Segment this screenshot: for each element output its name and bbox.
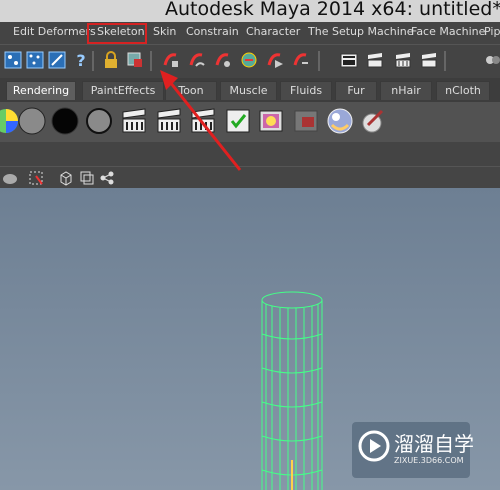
watermark-subtitle: ZIXUE.3D66.COM (394, 456, 464, 465)
play-logo-icon (358, 430, 390, 462)
watermark: 溜溜自学 ZIXUE.3D66.COM (352, 422, 474, 478)
annotation-arrow (160, 70, 242, 171)
watermark-title: 溜溜自学 (394, 432, 474, 456)
